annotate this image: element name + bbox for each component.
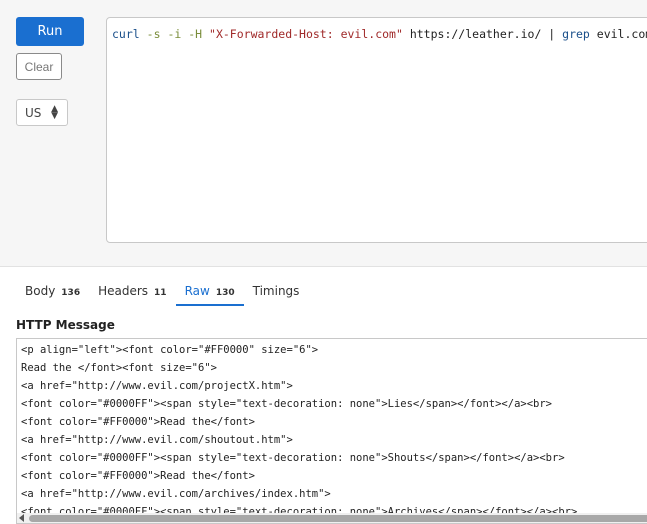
command-token: -H	[188, 27, 203, 41]
command-token	[140, 27, 147, 41]
horizontal-scrollbar[interactable]	[17, 513, 647, 523]
response-tabs: Body 136 Headers 11 Raw 130 Timings	[16, 284, 308, 306]
command-token: evil.com	[589, 27, 647, 41]
command-token: https://leather.io/ |	[402, 27, 563, 41]
message-line: <a href="http://www.evil.com/projectX.ht…	[21, 380, 293, 392]
tab-label: Body	[25, 284, 56, 298]
command-editor[interactable]: curl -s -i -H "X-Forwarded-Host: evil.co…	[106, 17, 647, 243]
request-panel: Run Clear US ▲ ▼ curl -s -i -H "X-Forward…	[0, 0, 647, 267]
command-token: -s	[146, 27, 161, 41]
message-line: <p align="left"><font color="#FF0000" si…	[21, 344, 319, 356]
message-line: <a href="http://www.evil.com/shoutout.ht…	[21, 434, 293, 446]
tab-body[interactable]: Body 136	[16, 284, 89, 306]
message-line: <font color="#0000FF"><span style="text-…	[21, 398, 553, 410]
region-select[interactable]: US ▲ ▼	[16, 99, 68, 126]
run-button[interactable]: Run	[16, 17, 84, 46]
region-select-value: US	[25, 105, 42, 120]
command-token: grep	[562, 27, 590, 41]
scroll-left-icon[interactable]	[19, 514, 24, 522]
clear-button[interactable]: Clear	[16, 53, 62, 80]
command-token	[202, 27, 209, 41]
message-line: Read the </font><font size="6">	[21, 362, 217, 374]
tab-count-badge: 130	[215, 288, 235, 298]
tab-count-badge: 11	[154, 288, 167, 298]
http-message-box[interactable]: <p align="left"><font color="#FF0000" si…	[16, 338, 647, 524]
tab-label: Raw	[184, 284, 210, 298]
message-line: <font color="#0000FF"><span style="text-…	[21, 452, 565, 464]
command-token: -i	[167, 27, 182, 41]
http-message-title: HTTP Message	[16, 318, 115, 332]
http-message-lines: <p align="left"><font color="#FF0000" si…	[21, 341, 577, 521]
message-line: <font color="#FF0000">Read the</font>	[21, 416, 255, 428]
command-token: "X-Forwarded-Host: evil.com"	[209, 27, 403, 41]
tab-count-badge: 136	[61, 288, 81, 298]
select-caret-icon: ▲ ▼	[51, 104, 58, 121]
message-line: <a href="http://www.evil.com/archives/in…	[21, 488, 331, 500]
tab-label: Timings	[252, 284, 300, 298]
tab-label: Headers	[98, 284, 149, 298]
tab-raw[interactable]: Raw 130	[175, 284, 244, 306]
command-token: curl	[112, 27, 140, 41]
message-line: <font color="#FF0000">Read the</font>	[21, 470, 255, 482]
scrollbar-thumb[interactable]	[29, 515, 647, 522]
tab-timings[interactable]: Timings	[244, 284, 309, 306]
tab-headers[interactable]: Headers 11	[89, 284, 175, 306]
